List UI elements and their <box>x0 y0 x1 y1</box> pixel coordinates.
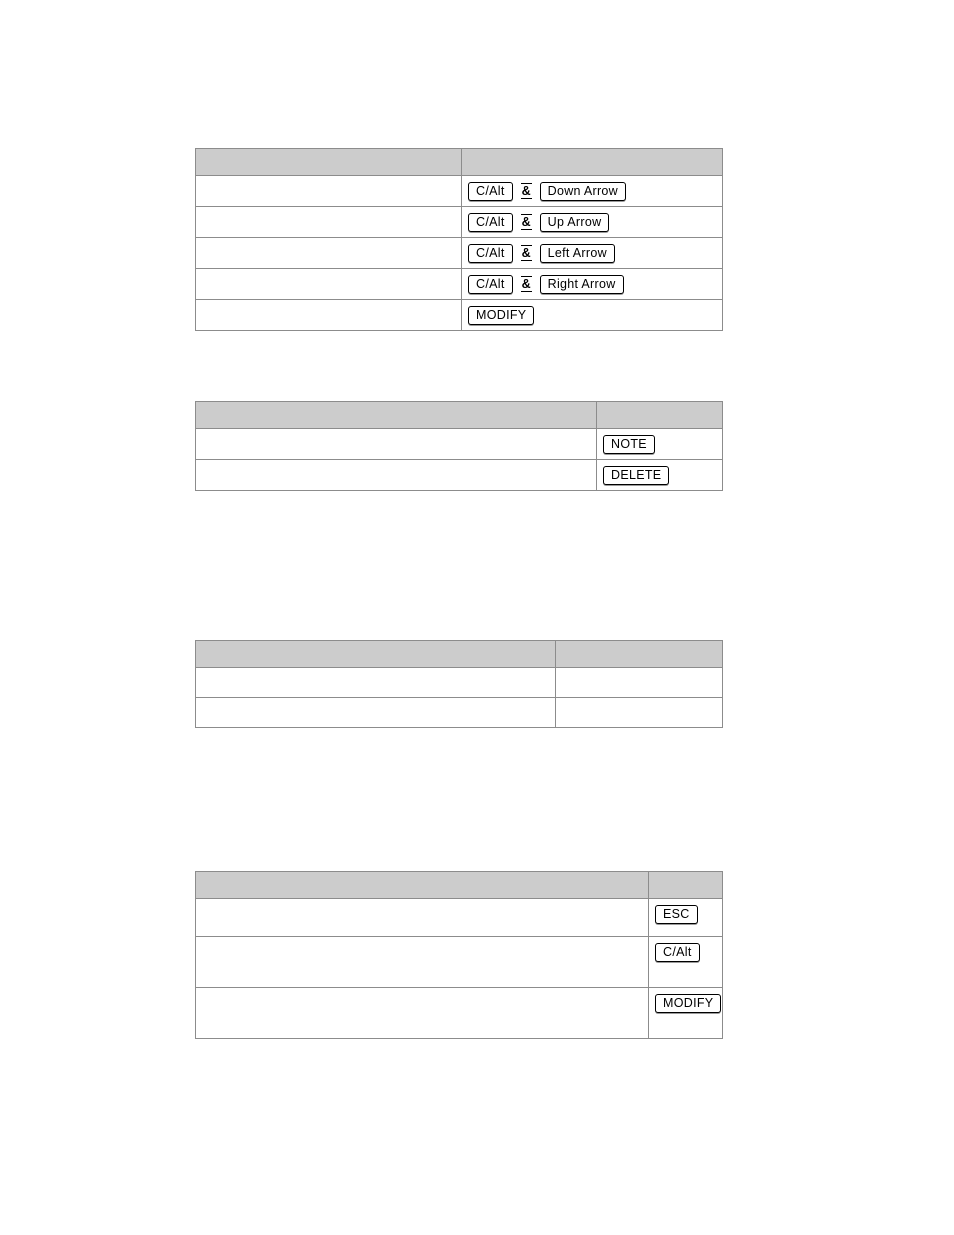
key-combination: C/Alt & Right Arrow <box>468 274 716 294</box>
action-cell <box>195 459 597 491</box>
navigation-shortcuts-table: C/Alt & Down Arrow C/Alt & Up Arrow C/Al… <box>195 148 723 331</box>
key-combination: MODIFY <box>655 994 722 1013</box>
key-combination: C/Alt & Up Arrow <box>468 212 716 232</box>
keys-cell: NOTE <box>596 428 723 460</box>
action-cell <box>195 898 649 937</box>
key-separator-ampersand: & <box>520 214 532 230</box>
key-note[interactable]: NOTE <box>603 434 655 454</box>
column-header-action <box>195 871 649 899</box>
table-row: NOTE <box>195 428 723 460</box>
key-modify[interactable]: MODIFY <box>468 305 535 325</box>
exit-modify-shortcuts-table: ESC C/Alt MODIFY <box>195 871 723 1039</box>
table-row: C/Alt & Down Arrow <box>195 175 723 207</box>
keys-cell <box>555 667 723 698</box>
keys-cell: C/Alt & Left Arrow <box>461 237 723 269</box>
key-right-arrow[interactable]: Right Arrow <box>539 274 624 294</box>
column-header-action <box>195 148 462 176</box>
key-combination: DELETE <box>603 465 716 485</box>
keys-cell: ESC <box>648 898 723 937</box>
key-up-arrow[interactable]: Up Arrow <box>539 212 610 232</box>
keys-cell: DELETE <box>596 459 723 491</box>
table-row: C/Alt <box>195 936 723 988</box>
key-separator-ampersand: & <box>520 245 532 261</box>
note-delete-shortcuts-table: NOTE DELETE <box>195 401 723 491</box>
action-cell <box>195 428 597 460</box>
table-header-row <box>195 401 723 429</box>
action-cell <box>195 667 556 698</box>
table-row: MODIFY <box>195 299 723 331</box>
table-header <box>195 640 723 668</box>
action-cell <box>195 206 462 238</box>
document-page: C/Alt & Down Arrow C/Alt & Up Arrow C/Al… <box>0 0 954 1235</box>
table-body: ESC C/Alt MODIFY <box>195 898 723 1039</box>
column-header-keys <box>461 148 723 176</box>
key-calt[interactable]: C/Alt <box>468 181 513 201</box>
action-cell <box>195 175 462 207</box>
table-row: C/Alt & Left Arrow <box>195 237 723 269</box>
key-calt[interactable]: C/Alt <box>468 274 513 294</box>
column-header-action <box>195 640 556 668</box>
table-header <box>195 401 723 429</box>
key-left-arrow[interactable]: Left Arrow <box>539 243 615 263</box>
action-cell <box>195 697 556 728</box>
key-modify[interactable]: MODIFY <box>655 994 722 1013</box>
key-separator-ampersand: & <box>520 183 532 199</box>
key-delete[interactable]: DELETE <box>603 465 670 485</box>
table-body: C/Alt & Down Arrow C/Alt & Up Arrow C/Al… <box>195 175 723 331</box>
table-header <box>195 871 723 899</box>
key-calt[interactable]: C/Alt <box>655 943 700 962</box>
table-body <box>195 667 723 728</box>
keys-cell: C/Alt <box>648 936 723 988</box>
keys-cell: C/Alt & Down Arrow <box>461 175 723 207</box>
table-header-row <box>195 148 723 176</box>
key-combination: ESC <box>655 905 716 924</box>
action-cell <box>195 268 462 300</box>
key-combination: MODIFY <box>468 305 716 325</box>
key-down-arrow[interactable]: Down Arrow <box>539 181 627 201</box>
column-header-keys <box>555 640 723 668</box>
table-row <box>195 697 723 728</box>
table-row: DELETE <box>195 459 723 491</box>
column-header-keys <box>596 401 723 429</box>
table-header-row <box>195 640 723 668</box>
key-combination: C/Alt <box>655 943 716 962</box>
table-row <box>195 667 723 698</box>
table-row: ESC <box>195 898 723 937</box>
keys-cell: C/Alt & Right Arrow <box>461 268 723 300</box>
key-combination: C/Alt & Left Arrow <box>468 243 716 263</box>
action-cell <box>195 299 462 331</box>
key-calt[interactable]: C/Alt <box>468 243 513 263</box>
keys-cell: C/Alt & Up Arrow <box>461 206 723 238</box>
key-combination: C/Alt & Down Arrow <box>468 181 716 201</box>
key-separator-ampersand: & <box>520 276 532 292</box>
table-row: C/Alt & Up Arrow <box>195 206 723 238</box>
keys-cell <box>555 697 723 728</box>
action-cell <box>195 936 649 988</box>
table-header <box>195 148 723 176</box>
key-calt[interactable]: C/Alt <box>468 212 513 232</box>
table-row: C/Alt & Right Arrow <box>195 268 723 300</box>
blank-two-column-table <box>195 640 723 728</box>
action-cell <box>195 237 462 269</box>
column-header-action <box>195 401 597 429</box>
keys-cell: MODIFY <box>461 299 723 331</box>
table-row: MODIFY <box>195 987 723 1039</box>
table-header-row <box>195 871 723 899</box>
table-body: NOTE DELETE <box>195 428 723 491</box>
column-header-keys <box>648 871 723 899</box>
action-cell <box>195 987 649 1039</box>
key-combination: NOTE <box>603 434 716 454</box>
keys-cell: MODIFY <box>648 987 723 1039</box>
key-esc[interactable]: ESC <box>655 905 698 924</box>
